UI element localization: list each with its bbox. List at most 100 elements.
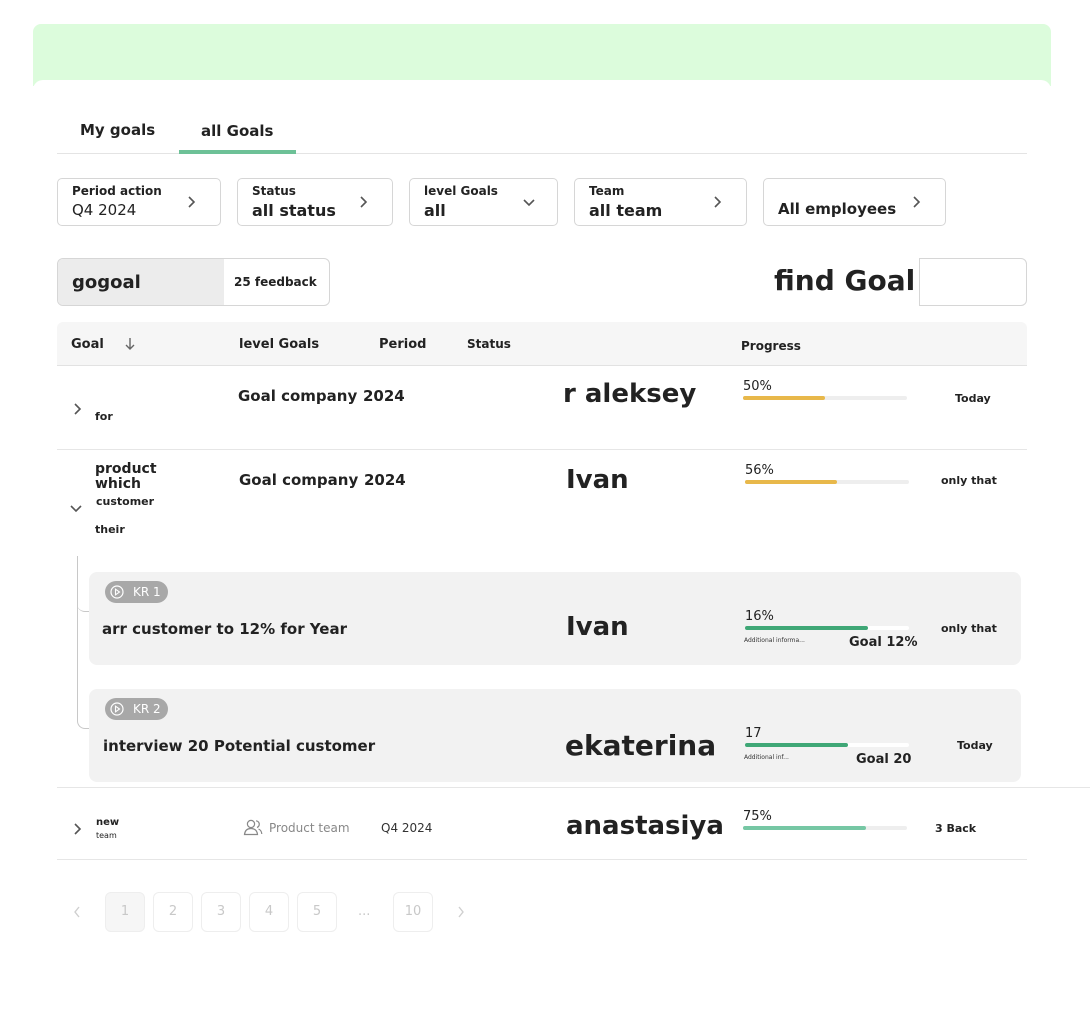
column-status: Status [467,337,511,351]
goal-period: 2024 [364,471,406,489]
sort-arrow-down-icon[interactable] [123,337,137,351]
chevron-right-icon[interactable] [70,402,84,416]
status-filter[interactable]: Status all status [237,178,393,226]
goal-title[interactable]: product which [95,462,157,492]
goal-title[interactable]: new team [96,815,119,841]
chevron-right-icon [913,196,921,208]
tree-connector [77,556,89,612]
header-banner [33,24,1051,86]
kr-title: interview 20 Potential customer [103,737,376,755]
employees-filter-value: All employees [778,200,897,218]
play-circle-icon [110,702,124,716]
progress-percent: 50% [743,379,772,394]
employees-filter[interactable]: All employees [763,178,946,226]
kr-progress-bar [745,743,909,747]
period-filter[interactable]: Period action Q4 2024 [57,178,221,226]
team-icon [243,819,263,836]
goal-title-line: their [95,523,125,536]
view-toggle-feedback[interactable]: 25 feedback [234,275,317,289]
goal-owner: anastasiya [566,811,724,841]
progress-bar-fill [745,743,849,747]
chevron-right-icon [360,196,368,208]
kr-target: Goal 12% [849,635,918,650]
next-page-icon[interactable] [456,905,466,919]
prev-page-icon[interactable] [72,905,82,919]
kr-progress-bar [745,626,909,630]
goal-team: Product team [269,821,350,835]
chevron-right-icon[interactable] [70,822,84,836]
column-progress: Progress [741,339,801,353]
status-filter-label: Status [252,184,296,198]
page-button[interactable]: 4 [249,892,289,932]
goal-level: Goal company [238,387,358,405]
page-button[interactable]: 1 [105,892,145,932]
goal-period: Q4 2024 [381,821,433,835]
card-surface [33,80,1051,92]
row-divider [57,449,1027,450]
chevron-right-icon [188,196,196,208]
progress-bar-fill [743,826,866,830]
search-label: find Goal [774,264,916,297]
column-goal[interactable]: Goal [71,337,104,352]
kr-note: Additional informa... [744,637,805,644]
kr-note: Additional inf... [744,754,789,761]
kr-badge-label: KR 2 [133,702,161,716]
kr-title: arr customer to 12% for Year [102,620,347,638]
column-level: level Goals [239,337,320,352]
row-divider [57,787,1090,788]
kr-progress-percent: 17 [745,726,762,741]
row-divider [57,859,1027,860]
progress-bar-fill [745,626,868,630]
search-input[interactable] [919,258,1027,306]
kr-progress-percent: 16% [745,609,774,624]
goal-title[interactable]: for [95,410,113,423]
kr-badge: KR 1 [105,581,168,603]
period-filter-value: Q4 2024 [72,201,137,219]
period-filter-label: Period action [72,184,162,198]
goal-period: 2024 [363,387,405,405]
key-result-card[interactable]: KR 1 arr customer to 12% for Year Ivan 1… [89,572,1021,665]
progress-bar [745,480,909,484]
kr-badge-label: KR 1 [133,585,161,599]
chevron-right-icon [714,196,722,208]
goal-level: Goal company [239,471,359,489]
tab-all-goals[interactable]: all Goals [201,122,273,140]
table-header [57,322,1027,366]
progress-bar [743,826,907,830]
kr-target: Goal 20 [856,752,912,767]
goal-owner: r aleksey [563,379,697,409]
page-button[interactable]: 2 [153,892,193,932]
goal-deadline: 3 Back [935,822,977,835]
chevron-down-icon[interactable] [69,501,83,515]
page-ellipsis: ... [358,904,371,919]
page-button[interactable]: 10 [393,892,433,932]
level-filter[interactable]: level Goals all [409,178,558,226]
progress-bar-fill [745,480,837,484]
goal-owner: Ivan [566,465,629,495]
view-toggle: gogoal 25 feedback [57,258,330,306]
tab-my-goals[interactable]: My goals [80,121,155,139]
progress-bar-fill [743,396,825,400]
level-filter-value: all [424,201,446,220]
key-result-card[interactable]: KR 2 interview 20 Potential customer eka… [89,689,1021,782]
page-button[interactable]: 5 [297,892,337,932]
team-filter[interactable]: Team all team [574,178,747,226]
chevron-down-icon [523,199,535,207]
kr-deadline: Today [957,739,993,752]
column-period: Period [379,337,427,352]
kr-deadline: only that [941,622,997,635]
team-filter-value: all team [589,201,663,220]
goal-deadline: only that [941,474,997,487]
kr-owner: Ivan [566,612,629,642]
tab-active-indicator [179,150,296,154]
status-filter-value: all status [252,201,336,220]
progress-percent: 75% [743,809,772,824]
page-button[interactable]: 3 [201,892,241,932]
play-circle-icon [110,585,124,599]
level-filter-label: level Goals [424,184,498,198]
team-filter-label: Team [589,184,625,198]
goal-deadline: Today [955,392,991,405]
progress-percent: 56% [745,463,774,478]
view-toggle-goals[interactable]: gogoal [58,259,224,305]
progress-bar [743,396,907,400]
